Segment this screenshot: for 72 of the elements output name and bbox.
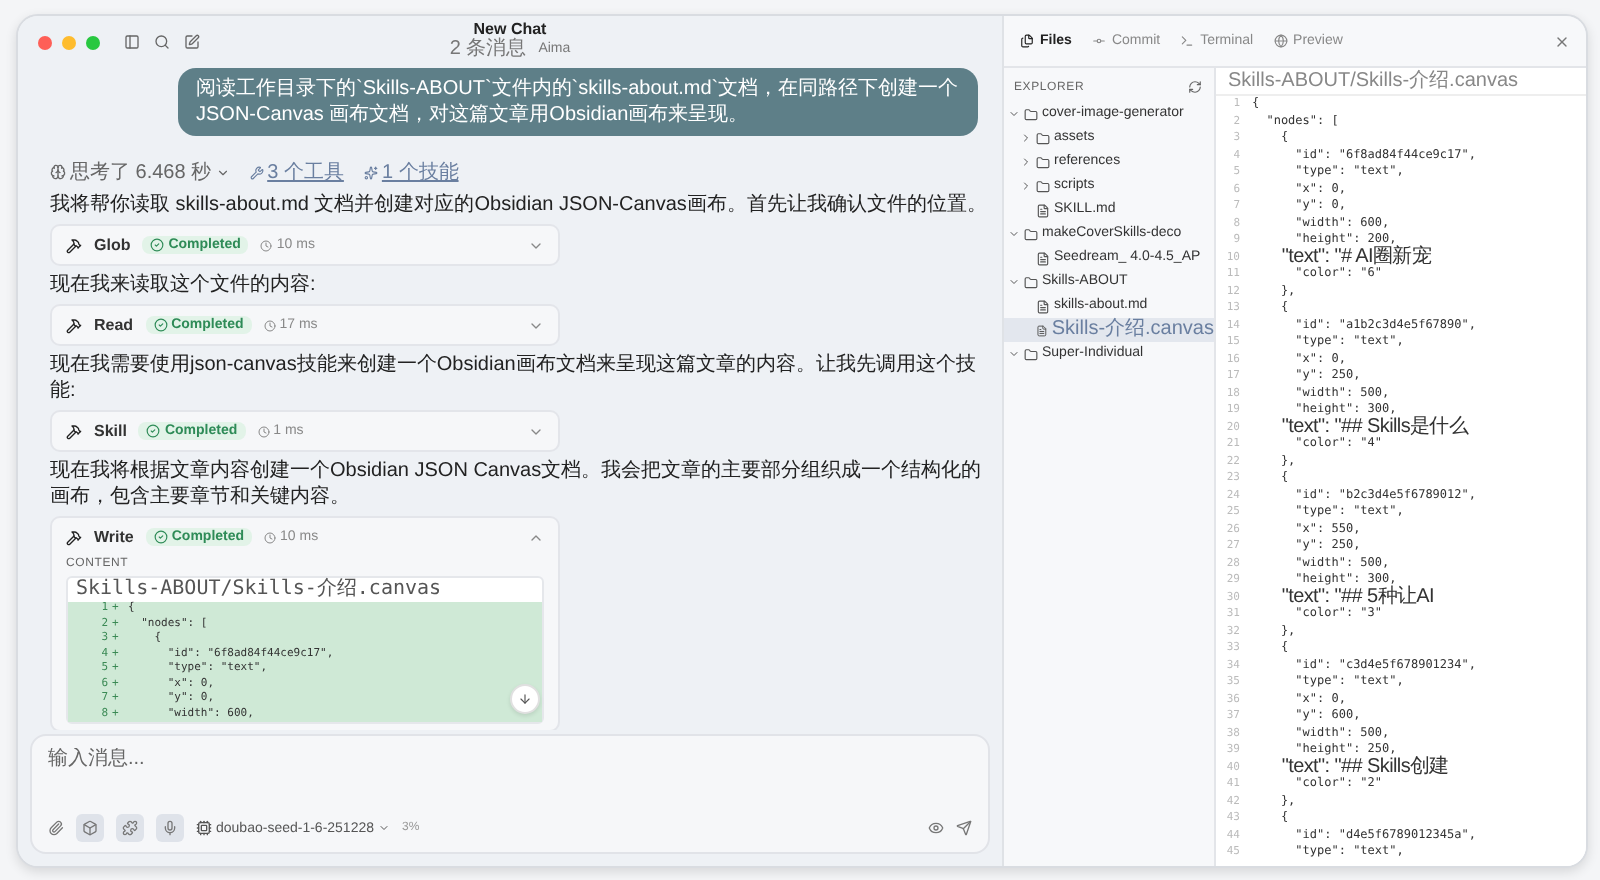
tool-name: Read [94,316,134,334]
wrench-icon [249,165,264,179]
hammer-icon [66,237,82,253]
folder-icon [1024,227,1038,241]
folder-icon [1024,347,1038,361]
mic-tool-button[interactable] [156,814,184,842]
hammer-icon [66,529,82,545]
chip-icon [196,820,212,836]
folder-icon [1036,131,1050,145]
hammer-icon [66,423,82,439]
paperclip-icon[interactable] [48,820,64,836]
check-icon [153,318,168,332]
box-tool-button[interactable] [76,814,104,842]
clock-icon [257,425,270,437]
check-icon [150,238,165,252]
window-title: New Chat [473,20,547,38]
chevron-down-icon [215,165,230,179]
arrow-down-icon [518,692,532,706]
folder-icon [1036,155,1050,169]
code-line: "text": "## 5种让AI [1279,589,1435,606]
box-icon [82,820,98,836]
send-icon[interactable] [956,820,972,836]
commit-icon [1091,34,1106,48]
files-icon [1020,34,1034,48]
sidebar-toggle-icon[interactable] [124,34,140,50]
tree-item-label: Skills-介绍.canvas [1051,318,1214,342]
file-path: Skills-ABOUT/Skills-介绍.canvas [1216,68,1586,96]
file-icon [1036,251,1050,265]
check-icon [146,424,161,438]
brain-icon [50,164,66,180]
tool-name: Write [94,528,134,546]
tools-link[interactable]: 3 个工具 [249,158,344,186]
globe-icon [1273,34,1288,48]
skills-link[interactable]: 1 个技能 [363,158,459,186]
hammer-icon [66,317,82,333]
folder-icon [1036,179,1050,193]
message-input[interactable]: 输入消息... [48,748,648,770]
tool-name: Skill [94,422,127,440]
search-icon[interactable] [154,34,170,50]
tool-name: Glob [94,236,131,254]
code-line: "text": "# AI圈新宠 [1279,249,1432,266]
eye-icon[interactable] [928,820,944,836]
code-line: "text": "## Skills创建 [1279,759,1449,776]
clock-icon [260,239,273,251]
code-line: "text": "## Skills是什么 [1279,419,1469,436]
clock-icon [264,531,277,543]
assistant-text: 现在我将根据文章内容创建一个Obsidian JSON Canvas文档。我会把文章的主要部分组织成一个结构化的画布，包含主要章节和关键内容。 [50,458,984,510]
user-message: 阅读工作目录下的`Skills-ABOUT`文件内的`skills-about.md`文档，在同路径下创建一个 JSON-Canvas 画布文档，对这篇文章用Obsidian画布来呈现。 [178,68,978,136]
close-button[interactable] [1554,33,1570,49]
assistant-text: 我将帮你读取 skills-about.md 文档并创建对应的Obsidian JSON-Canvas画布。首先让我确认文件的位置。 [50,192,989,218]
message-count: 2 条消息 [449,38,527,60]
file-icon [1036,299,1050,313]
mic-icon [162,820,178,836]
plugin-tool-button[interactable] [116,814,144,842]
file-icon [1036,203,1050,217]
assistant-text: 现在我需要使用json-canvas技能来创建一个Obsidian画布文档来呈现这篇文章的内容。让我先调用这个技能: [50,352,978,404]
file-icon [1036,323,1048,337]
refresh-icon[interactable] [1188,80,1202,94]
puzzle-icon [122,820,138,836]
thinking-toggle[interactable]: 思考了 6.468 秒 [50,158,230,186]
folder-icon [1024,275,1038,289]
close-icon [1554,33,1570,49]
file-path: Skills-ABOUT/Skills-介绍.canvas [74,578,444,601]
sparkles-icon [363,165,378,179]
new-chat-icon[interactable] [184,34,200,50]
folder-icon [1024,107,1038,121]
check-icon [153,530,168,544]
terminal-icon [1180,34,1195,48]
clock-icon [263,319,276,331]
close-window-button[interactable] [38,35,52,49]
assistant-text: 现在我来读取这个文件的内容: [50,272,318,298]
chevron-down-icon [378,822,391,834]
